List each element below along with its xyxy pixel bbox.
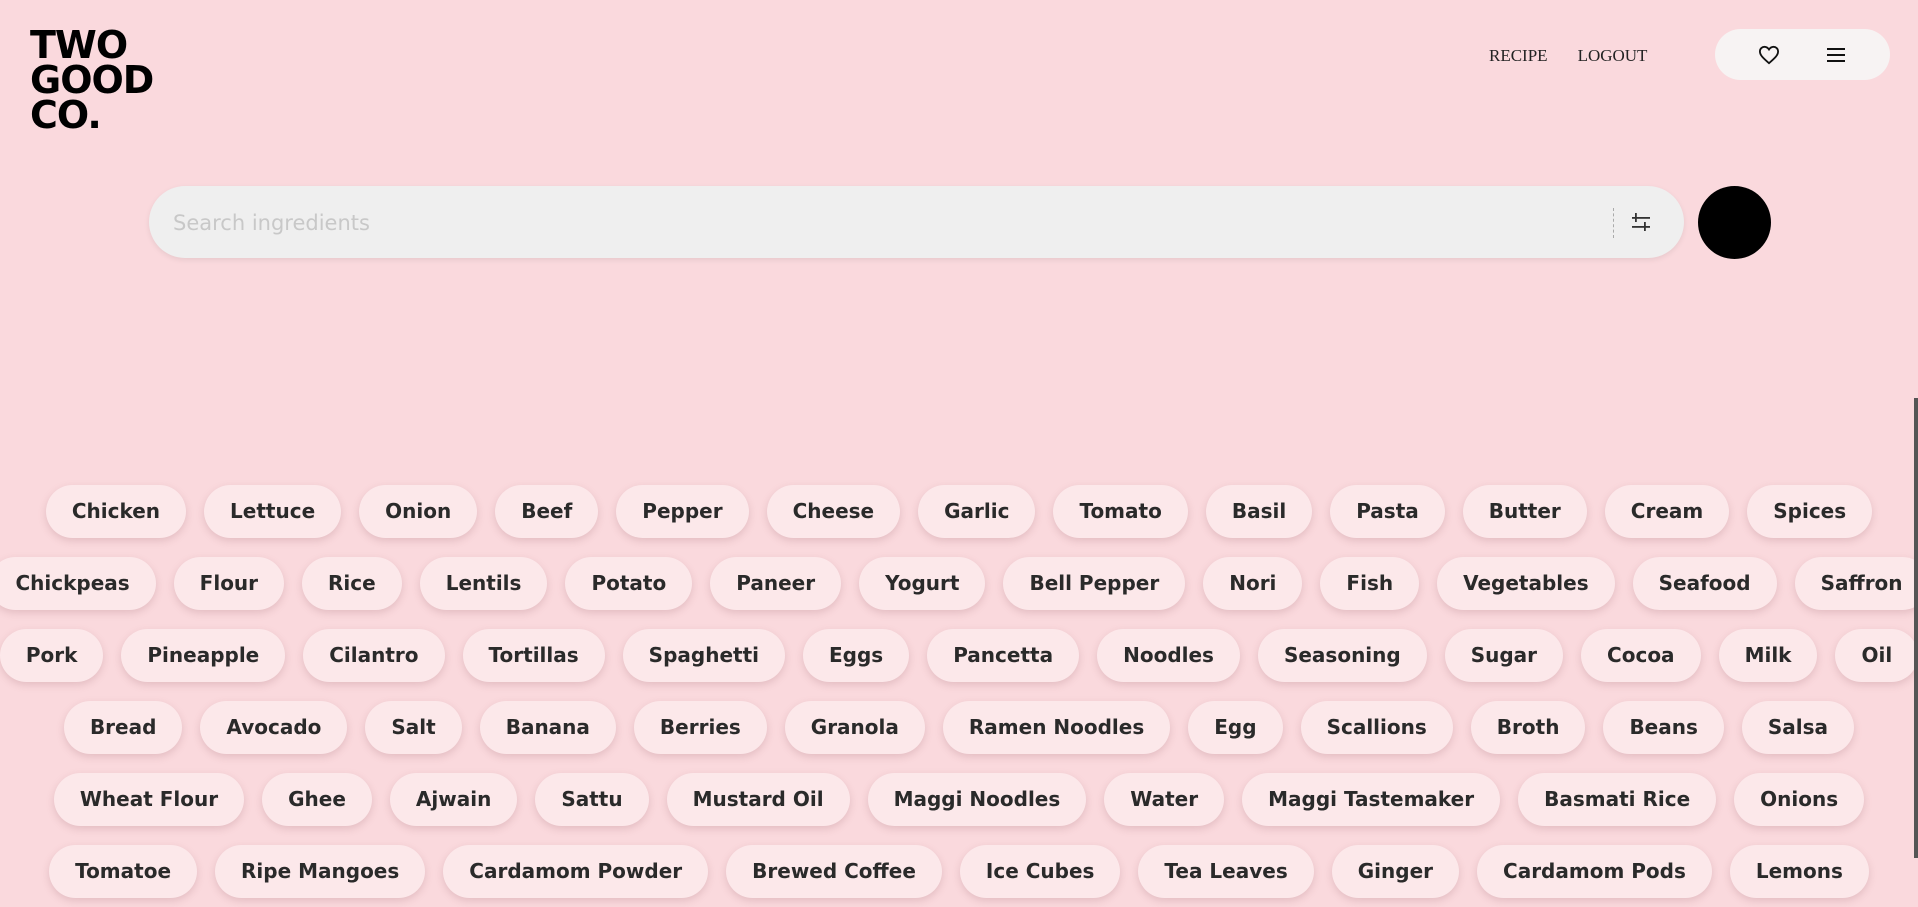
ingredient-tag[interactable]: Pancetta — [927, 629, 1080, 682]
hamburger-menu-icon[interactable] — [1821, 40, 1851, 70]
top-nav: RECIPE LOGOUT — [1489, 46, 1647, 66]
ingredient-tag[interactable]: Garlic — [918, 485, 1036, 538]
ingredient-tag[interactable]: Cocoa — [1581, 629, 1701, 682]
ingredient-tag[interactable]: Basil — [1205, 485, 1313, 538]
ingredient-tag-row: Chicken Lettuce Onion Beef Pepper Cheese Garli… — [0, 485, 1918, 538]
page: TWO GOOD CO. RECIPE LOGOUT Search ingred… — [0, 0, 1918, 907]
logo-line: CO. — [30, 93, 102, 137]
ingredient-tag[interactable]: Sugar — [1444, 629, 1564, 682]
ingredient-tag[interactable]: Salt — [365, 701, 462, 754]
ingredient-tag[interactable]: Avocado — [200, 701, 348, 754]
ingredient-tag[interactable]: Ramen Noodles — [942, 701, 1171, 754]
ingredient-tag[interactable]: Eggs — [802, 629, 910, 682]
ingredient-tag[interactable]: Cheese — [766, 485, 901, 538]
icon-toolbar — [1715, 29, 1890, 80]
ingredient-tag[interactable]: Cardamom Powder — [443, 845, 709, 898]
ingredient-tag-row: Wheat Flour Ghee Ajwain Sattu Mustard Oil Mag… — [0, 773, 1918, 826]
ingredient-tag[interactable]: Sattu — [535, 773, 649, 826]
ingredient-tag[interactable]: Lentils — [419, 557, 548, 610]
ingredient-tag[interactable]: Noodles — [1097, 629, 1240, 682]
ingredient-tag[interactable]: Vegetables — [1437, 557, 1615, 610]
ingredient-tag[interactable]: Spices — [1747, 485, 1873, 538]
ingredient-tag[interactable]: Rice — [302, 557, 402, 610]
ingredient-tag[interactable]: Maggi Noodles — [867, 773, 1087, 826]
ingredient-tag[interactable]: Pepper — [616, 485, 749, 538]
ingredient-tag[interactable]: Bread — [63, 701, 183, 754]
ingredient-tag[interactable]: Granola — [784, 701, 925, 754]
sliders-icon[interactable] — [1627, 208, 1655, 236]
ingredient-tag[interactable]: Broth — [1470, 701, 1586, 754]
ingredient-tag[interactable]: Salsa — [1741, 701, 1855, 754]
ingredient-tag-cloud: Chicken Lettuce Onion Beef Pepper Cheese Garli… — [0, 485, 1918, 907]
ingredient-tag[interactable]: Yogurt — [859, 557, 986, 610]
ingredient-tag[interactable]: Tomato — [1053, 485, 1188, 538]
logo[interactable]: TWO GOOD CO. — [30, 26, 154, 137]
ingredient-tag[interactable]: Seafood — [1632, 557, 1777, 610]
ingredient-tag[interactable]: Ghee — [262, 773, 372, 826]
ingredient-tag[interactable]: Lemons — [1729, 845, 1869, 898]
ingredient-tag[interactable]: Seasoning — [1257, 629, 1427, 682]
ingredient-tag[interactable]: Chickpeas — [0, 557, 156, 610]
ingredient-tag[interactable]: Pasta — [1330, 485, 1445, 538]
ingredient-tag[interactable]: Wheat Flour — [53, 773, 245, 826]
ingredient-tag[interactable]: Beans — [1603, 701, 1724, 754]
ingredient-tag[interactable]: Tea Leaves — [1138, 845, 1314, 898]
ingredient-tag[interactable]: Basmati Rice — [1518, 773, 1717, 826]
ingredient-tag[interactable]: Paneer — [710, 557, 842, 610]
search-divider — [1613, 208, 1614, 238]
ingredient-tag[interactable]: Beef — [495, 485, 599, 538]
heart-icon[interactable] — [1754, 40, 1784, 70]
ingredient-tag[interactable]: Spaghetti — [622, 629, 785, 682]
ingredient-tag[interactable]: Butter — [1462, 485, 1587, 538]
ingredient-tag[interactable]: Tomatoe — [49, 845, 198, 898]
ingredient-tag-row: Pork Pineapple Cilantro Tortillas Spaghetti E… — [0, 629, 1918, 682]
ingredient-tag[interactable]: Onions — [1734, 773, 1865, 826]
search-input[interactable] — [171, 186, 1555, 260]
ingredient-tag[interactable]: Ajwain — [389, 773, 518, 826]
ingredient-tag[interactable]: Berries — [633, 701, 767, 754]
ingredient-tag[interactable]: Ice Cubes — [959, 845, 1121, 898]
ingredient-tag[interactable]: Chicken — [45, 485, 187, 538]
ingredient-tag[interactable]: Potato — [565, 557, 693, 610]
ingredient-tag[interactable]: Fish — [1320, 557, 1420, 610]
ingredient-tag[interactable]: Scallions — [1300, 701, 1453, 754]
ingredient-tag[interactable]: Mustard Oil — [666, 773, 850, 826]
ingredient-tag[interactable]: Lettuce — [204, 485, 342, 538]
ingredient-tag[interactable]: Cardamom Pods — [1477, 845, 1712, 898]
ingredient-tag[interactable]: Cream — [1604, 485, 1730, 538]
nav-link-recipe[interactable]: RECIPE — [1489, 46, 1548, 66]
ingredient-tag[interactable]: Water — [1104, 773, 1225, 826]
nav-link-logout[interactable]: LOGOUT — [1578, 46, 1648, 66]
ingredient-tag[interactable]: Nori — [1203, 557, 1303, 610]
ingredient-tag[interactable]: Milk — [1718, 629, 1818, 682]
ingredient-tag[interactable]: Egg — [1188, 701, 1283, 754]
ingredient-tag[interactable]: Saffron — [1794, 557, 1918, 610]
ingredient-tag-row: Chickpeas Flour Rice Lentils Potato Paneer Yog… — [0, 557, 1918, 610]
ingredient-tag[interactable]: Ripe Mangoes — [215, 845, 426, 898]
ingredient-tag[interactable]: Cilantro — [303, 629, 445, 682]
ingredient-tag-row: Bread Avocado Salt Banana Berries Granola Rame… — [0, 701, 1918, 754]
ingredient-tag[interactable]: Brewed Coffee — [726, 845, 942, 898]
ingredient-tag[interactable]: Onion — [359, 485, 478, 538]
scrollbar[interactable] — [1914, 398, 1918, 858]
ingredient-tag[interactable]: Bell Pepper — [1003, 557, 1186, 610]
search-submit-button[interactable] — [1698, 186, 1771, 259]
ingredient-tag[interactable]: Maggi Tastemaker — [1242, 773, 1501, 826]
ingredient-tag[interactable]: Oil — [1835, 629, 1918, 682]
ingredient-tag[interactable]: Pork — [0, 629, 104, 682]
ingredient-tag[interactable]: Pineapple — [121, 629, 286, 682]
ingredient-tag[interactable]: Banana — [479, 701, 616, 754]
ingredient-tag[interactable]: Flour — [173, 557, 285, 610]
ingredient-tag[interactable]: Ginger — [1331, 845, 1460, 898]
ingredient-tag-row: Tomatoe Ripe Mangoes Cardamom Powder Brewed… — [0, 845, 1918, 898]
search-bar — [149, 186, 1684, 260]
ingredient-tag[interactable]: Tortillas — [462, 629, 605, 682]
